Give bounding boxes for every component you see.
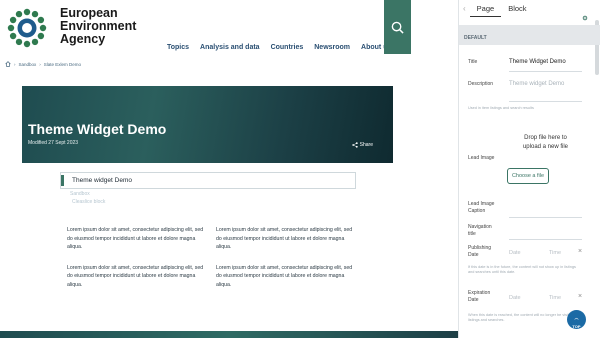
caption-input[interactable] — [509, 217, 582, 218]
expiration-date-input[interactable]: Date — [509, 295, 521, 301]
block-sub-label-2: Cleaslice block — [72, 199, 106, 205]
share-button[interactable]: Share — [351, 142, 373, 148]
lorem-paragraph[interactable]: Lorem ipsum dolor sit amet, consectetur … — [216, 264, 357, 290]
main-nav: Topics Analysis and data Countries Newsr… — [167, 44, 391, 51]
hero-banner: Theme Widget Demo Modified 27 Sept 2023 … — [22, 86, 393, 163]
eea-logo — [7, 8, 47, 48]
nav-newsroom[interactable]: Newsroom — [314, 44, 350, 51]
title-label: Title — [468, 59, 478, 65]
page-title: Theme Widget Demo — [28, 121, 167, 137]
home-icon[interactable] — [5, 61, 11, 67]
title-underline — [509, 71, 582, 72]
description-underline — [509, 101, 582, 102]
section-header[interactable]: DEFAULT — [459, 25, 600, 45]
nav-topics[interactable]: Topics — [167, 44, 189, 51]
clear-icon[interactable]: × — [578, 293, 582, 300]
block-sub-label-1: Sandbox — [70, 191, 90, 197]
clear-icon[interactable]: × — [578, 248, 582, 255]
sidebar-tabs: ‹ Page Block — [459, 0, 600, 17]
block-focus-bar — [61, 175, 64, 186]
expiration-help: When this date is reached, the content w… — [468, 313, 577, 322]
gear-icon[interactable] — [582, 15, 588, 21]
chevron-left-icon[interactable]: ‹ — [459, 4, 470, 13]
publishing-date-label: Publishing Date — [468, 245, 492, 258]
nav-title-label: Navigation title — [468, 224, 492, 237]
description-label: Description — [468, 81, 494, 87]
breadcrumb-sandbox[interactable]: Sandbox — [19, 62, 37, 67]
lorem-paragraph[interactable]: Lorem ipsum dolor sit amet, consectetur … — [216, 226, 357, 252]
text-columns: Lorem ipsum dolor sit amet, consectetur … — [67, 226, 357, 289]
edit-sidebar: ‹ Page Block DEFAULT Title Theme Widget … — [458, 0, 600, 338]
expiration-time-input[interactable]: Time — [549, 295, 561, 301]
choose-file-button[interactable]: Choose a file — [507, 168, 549, 184]
share-icon — [351, 142, 358, 148]
publishing-date-input[interactable]: Date — [509, 250, 521, 256]
breadcrumb: › Sandbox › Slate Exlem Demo — [5, 61, 81, 67]
title-block-editor[interactable]: Theme widget Demo — [60, 172, 356, 189]
tab-page[interactable]: Page — [469, 0, 502, 17]
footer-band — [0, 331, 458, 338]
publishing-help: If this date is in the future, the conte… — [468, 265, 576, 274]
nav-countries[interactable]: Countries — [271, 44, 304, 51]
search-button[interactable] — [384, 0, 411, 54]
publishing-time-input[interactable]: Time — [549, 250, 561, 256]
file-drop-zone[interactable]: Drop file here to upload a new file — [509, 128, 582, 160]
expiration-date-label: Expiration Date — [468, 290, 491, 303]
title-block-text[interactable]: Theme widget Demo — [72, 177, 132, 184]
tab-block[interactable]: Block — [501, 0, 533, 17]
brand-name[interactable]: European Environment Agency — [60, 7, 136, 46]
breadcrumb-current: Slate Exlem Demo — [43, 61, 82, 67]
page-canvas: European Environment Agency Topics Analy… — [0, 0, 458, 338]
modified-date: Modified 27 Sept 2023 — [28, 140, 79, 146]
nav-title-input[interactable] — [509, 239, 582, 240]
chevron-up-icon: ︿ — [574, 315, 579, 320]
lorem-paragraph[interactable]: Lorem ipsum dolor sit amet, consectetur … — [67, 226, 208, 252]
caption-label: Lead Image Caption — [468, 201, 495, 214]
nav-analysis[interactable]: Analysis and data — [200, 44, 260, 51]
description-help: Used in item listings and search results — [468, 106, 534, 110]
lorem-paragraph[interactable]: Lorem ipsum dolor sit amet, consectetur … — [67, 264, 208, 290]
lead-image-label: Lead Image — [468, 155, 495, 161]
search-icon — [391, 21, 404, 34]
description-input[interactable]: Theme widget Demo — [509, 81, 564, 87]
title-input[interactable]: Theme Widget Demo — [509, 59, 566, 65]
scroll-to-top-button[interactable]: ︿ TOP — [567, 310, 586, 329]
